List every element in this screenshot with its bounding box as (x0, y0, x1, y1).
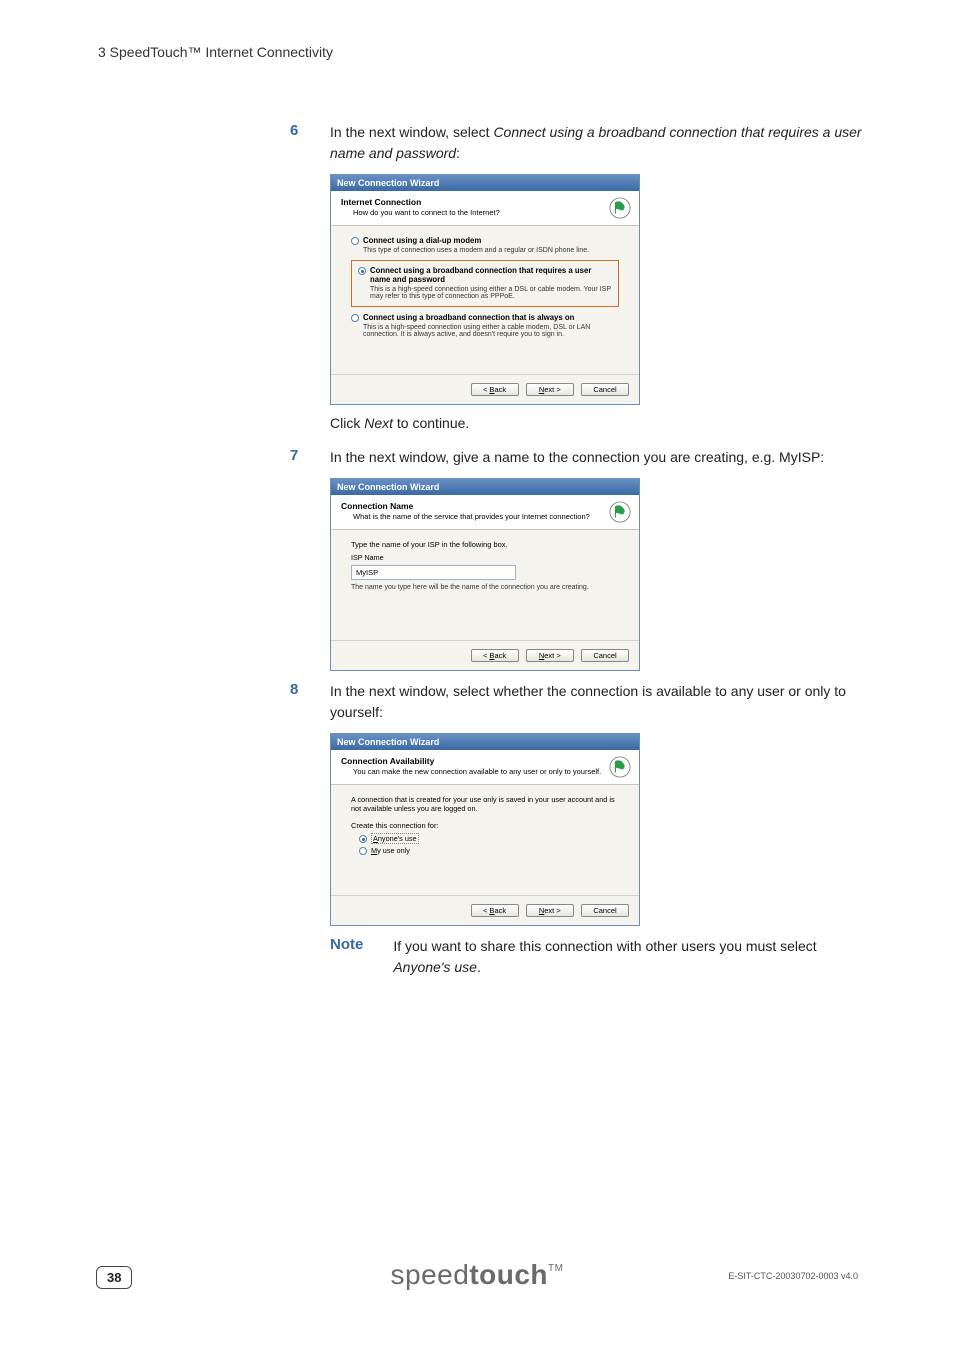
wizard-header: Internet Connection How do you want to c… (331, 191, 639, 226)
back-button[interactable]: < Back (471, 904, 519, 917)
click-next-pre: Click (330, 415, 364, 431)
main-content: 6 In the next window, select Connect usi… (290, 122, 870, 978)
step-number: 8 (290, 681, 306, 723)
wizard-connection-availability: New Connection Wizard Connection Availab… (330, 733, 640, 926)
wiz1-head-sub: How do you want to connect to the Intern… (353, 208, 629, 217)
note-post: . (477, 959, 481, 975)
opt-broadband-pw-row[interactable]: Connect using a broadband connection tha… (358, 266, 612, 284)
note-ital: Anyone's use (393, 959, 477, 975)
radio-myuse[interactable] (359, 847, 367, 855)
radio-broadband-always[interactable] (351, 314, 359, 322)
step-8-text: In the next window, select whether the c… (330, 681, 870, 723)
opt-myuse-label: My use only (371, 846, 410, 855)
brand-thin: speed (391, 1259, 470, 1290)
opt-anyone-label: Anyone's use (371, 834, 419, 843)
radio-dialup[interactable] (351, 237, 359, 245)
note-text: If you want to share this connection wit… (393, 936, 870, 978)
opt-broadband-always-row[interactable]: Connect using a broadband connection tha… (351, 313, 619, 322)
next-rest: ext > (544, 906, 560, 915)
note-label: Note (330, 936, 363, 978)
click-next-ital: Next (364, 415, 393, 431)
wizard-button-row: < Back Next > Cancel (331, 895, 639, 925)
wizard-header: Connection Name What is the name of the … (331, 495, 639, 530)
wizard-button-row: < Back Next > Cancel (331, 640, 639, 670)
brand-tm: TM (548, 1263, 563, 1274)
wizard-titlebar: New Connection Wizard (331, 175, 639, 191)
wiz1-head-title: Internet Connection (341, 197, 629, 207)
step-6-pre: In the next window, select (330, 124, 493, 140)
back-button[interactable]: < Back (471, 649, 519, 662)
cancel-button[interactable]: Cancel (581, 649, 629, 662)
back-rest: ack (494, 651, 506, 660)
next-button[interactable]: Next > (526, 649, 574, 662)
wiz3-head-title: Connection Availability (341, 756, 629, 766)
isp-name-input[interactable]: MyISP (351, 565, 516, 580)
opt-broadband-pw-desc: This is a high-speed connection using ei… (370, 286, 612, 300)
step-6-text: In the next window, select Connect using… (330, 122, 870, 164)
back-rest: ack (494, 906, 506, 915)
wiz3-body: A connection that is created for your us… (331, 785, 639, 895)
wizard-flag-icon (609, 501, 631, 523)
note-pre: If you want to share this connection wit… (393, 938, 816, 954)
opt-anyone-row[interactable]: Anyone's use (359, 834, 619, 843)
highlighted-option: Connect using a broadband connection tha… (351, 260, 619, 307)
opt-dialup-label: Connect using a dial-up modem (363, 236, 481, 245)
isp-prompt: Type the name of your ISP in the followi… (351, 540, 619, 549)
wizard-header: Connection Availability You can make the… (331, 750, 639, 785)
wizard-flag-icon (609, 197, 631, 219)
avail-note: A connection that is created for your us… (351, 795, 619, 813)
isp-note: The name you type here will be the name … (351, 584, 619, 591)
cancel-button[interactable]: Cancel (581, 904, 629, 917)
step-7: 7 In the next window, give a name to the… (290, 447, 870, 468)
step-number: 7 (290, 447, 306, 468)
brand-bold: touch (469, 1259, 548, 1290)
next-rest: ext > (544, 651, 560, 660)
create-label: Create this connection for: (351, 821, 619, 830)
step-8: 8 In the next window, select whether the… (290, 681, 870, 723)
document-id: E-SIT-CTC-20030702-0003 v4.0 (728, 1271, 858, 1281)
wizard-flag-icon (609, 756, 631, 778)
page-number: 38 (96, 1266, 132, 1289)
radio-broadband-pw[interactable] (358, 267, 366, 275)
click-next-line: Click Next to continue. (330, 415, 870, 431)
m-rest: y use only (377, 846, 410, 855)
brand-logo: speedtouchTM (391, 1259, 564, 1291)
opt-broadband-always-desc: This is a high-speed connection using ei… (363, 324, 619, 338)
step-number: 6 (290, 122, 306, 164)
next-button[interactable]: Next > (526, 904, 574, 917)
opt-broadband-always-label: Connect using a broadband connection tha… (363, 313, 574, 322)
back-rest: ack (494, 385, 506, 394)
note-row: Note If you want to share this connectio… (330, 936, 870, 978)
next-rest: ext > (544, 385, 560, 394)
step-6: 6 In the next window, select Connect usi… (290, 122, 870, 164)
wiz2-head-title: Connection Name (341, 501, 629, 511)
click-next-post: to continue. (393, 415, 469, 431)
step-6-post: : (456, 145, 460, 161)
opt-dialup-desc: This type of connection uses a modem and… (363, 247, 619, 254)
opt-myuse-row[interactable]: My use only (359, 846, 619, 855)
cancel-button[interactable]: Cancel (581, 383, 629, 396)
wiz1-body: Connect using a dial-up modem This type … (331, 226, 639, 374)
a-rest: nyone's use (378, 834, 417, 843)
wiz3-head-sub: You can make the new connection availabl… (353, 767, 629, 776)
wizard-titlebar: New Connection Wizard (331, 479, 639, 495)
step-7-text: In the next window, give a name to the c… (330, 447, 824, 468)
chapter-header: 3 SpeedTouch™ Internet Connectivity (98, 44, 333, 60)
wizard-button-row: < Back Next > Cancel (331, 374, 639, 404)
wiz2-head-sub: What is the name of the service that pro… (353, 512, 629, 521)
wizard-internet-connection: New Connection Wizard Internet Connectio… (330, 174, 640, 405)
opt-dialup-row[interactable]: Connect using a dial-up modem (351, 236, 619, 245)
opt-broadband-pw-label: Connect using a broadband connection tha… (370, 266, 612, 284)
next-button[interactable]: Next > (526, 383, 574, 396)
wizard-connection-name: New Connection Wizard Connection Name Wh… (330, 478, 640, 671)
back-button[interactable]: < Back (471, 383, 519, 396)
isp-name-label: ISP Name (351, 553, 619, 562)
radio-anyone[interactable] (359, 835, 367, 843)
wiz2-body: Type the name of your ISP in the followi… (331, 530, 639, 640)
wizard-titlebar: New Connection Wizard (331, 734, 639, 750)
